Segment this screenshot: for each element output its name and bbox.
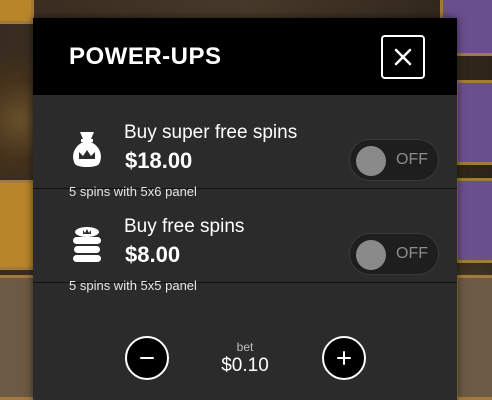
background-reel-tile bbox=[455, 80, 492, 165]
option-price: $8.00 bbox=[125, 242, 181, 267]
toggle-label: OFF bbox=[396, 245, 428, 262]
option-price: $18.00 bbox=[125, 148, 193, 173]
toggle-knob bbox=[356, 240, 386, 270]
modal-header: POWER-UPS bbox=[33, 18, 457, 95]
option-name: Buy super free spins bbox=[124, 122, 298, 143]
toggle-label: OFF bbox=[396, 151, 428, 168]
bet-label: bet bbox=[236, 340, 254, 354]
power-up-option-super-free-spins: Buy super free spins $18.00 OFF 5 spins … bbox=[33, 95, 457, 199]
power-up-option-free-spins: Buy free spins $8.00 OFF 5 spins with 5x… bbox=[33, 189, 457, 293]
close-button[interactable] bbox=[381, 34, 425, 79]
background-reel-tile bbox=[0, 180, 36, 270]
background-reel-tile bbox=[455, 178, 492, 263]
close-icon bbox=[394, 48, 412, 65]
coin-stack-icon bbox=[73, 227, 101, 262]
plus-icon bbox=[337, 351, 351, 365]
toggle-knob bbox=[356, 146, 386, 176]
background-reel-tile bbox=[0, 0, 34, 24]
super-free-spins-toggle[interactable]: OFF bbox=[349, 139, 439, 181]
increase-bet-button[interactable] bbox=[322, 336, 366, 380]
background-reel-tile bbox=[455, 275, 492, 400]
option-name: Buy free spins bbox=[124, 216, 245, 237]
free-spins-toggle[interactable]: OFF bbox=[349, 233, 439, 275]
modal-title: POWER-UPS bbox=[69, 42, 222, 70]
bet-control: bet $0.10 bbox=[33, 336, 457, 380]
power-ups-modal: POWER-UPS Buy super free spins $18.00 OF… bbox=[33, 18, 457, 400]
background-reel-tile bbox=[0, 275, 36, 400]
bet-value: $0.10 bbox=[221, 355, 269, 376]
money-bag-icon bbox=[73, 132, 101, 167]
option-description: 5 spins with 5x5 panel bbox=[69, 278, 197, 293]
